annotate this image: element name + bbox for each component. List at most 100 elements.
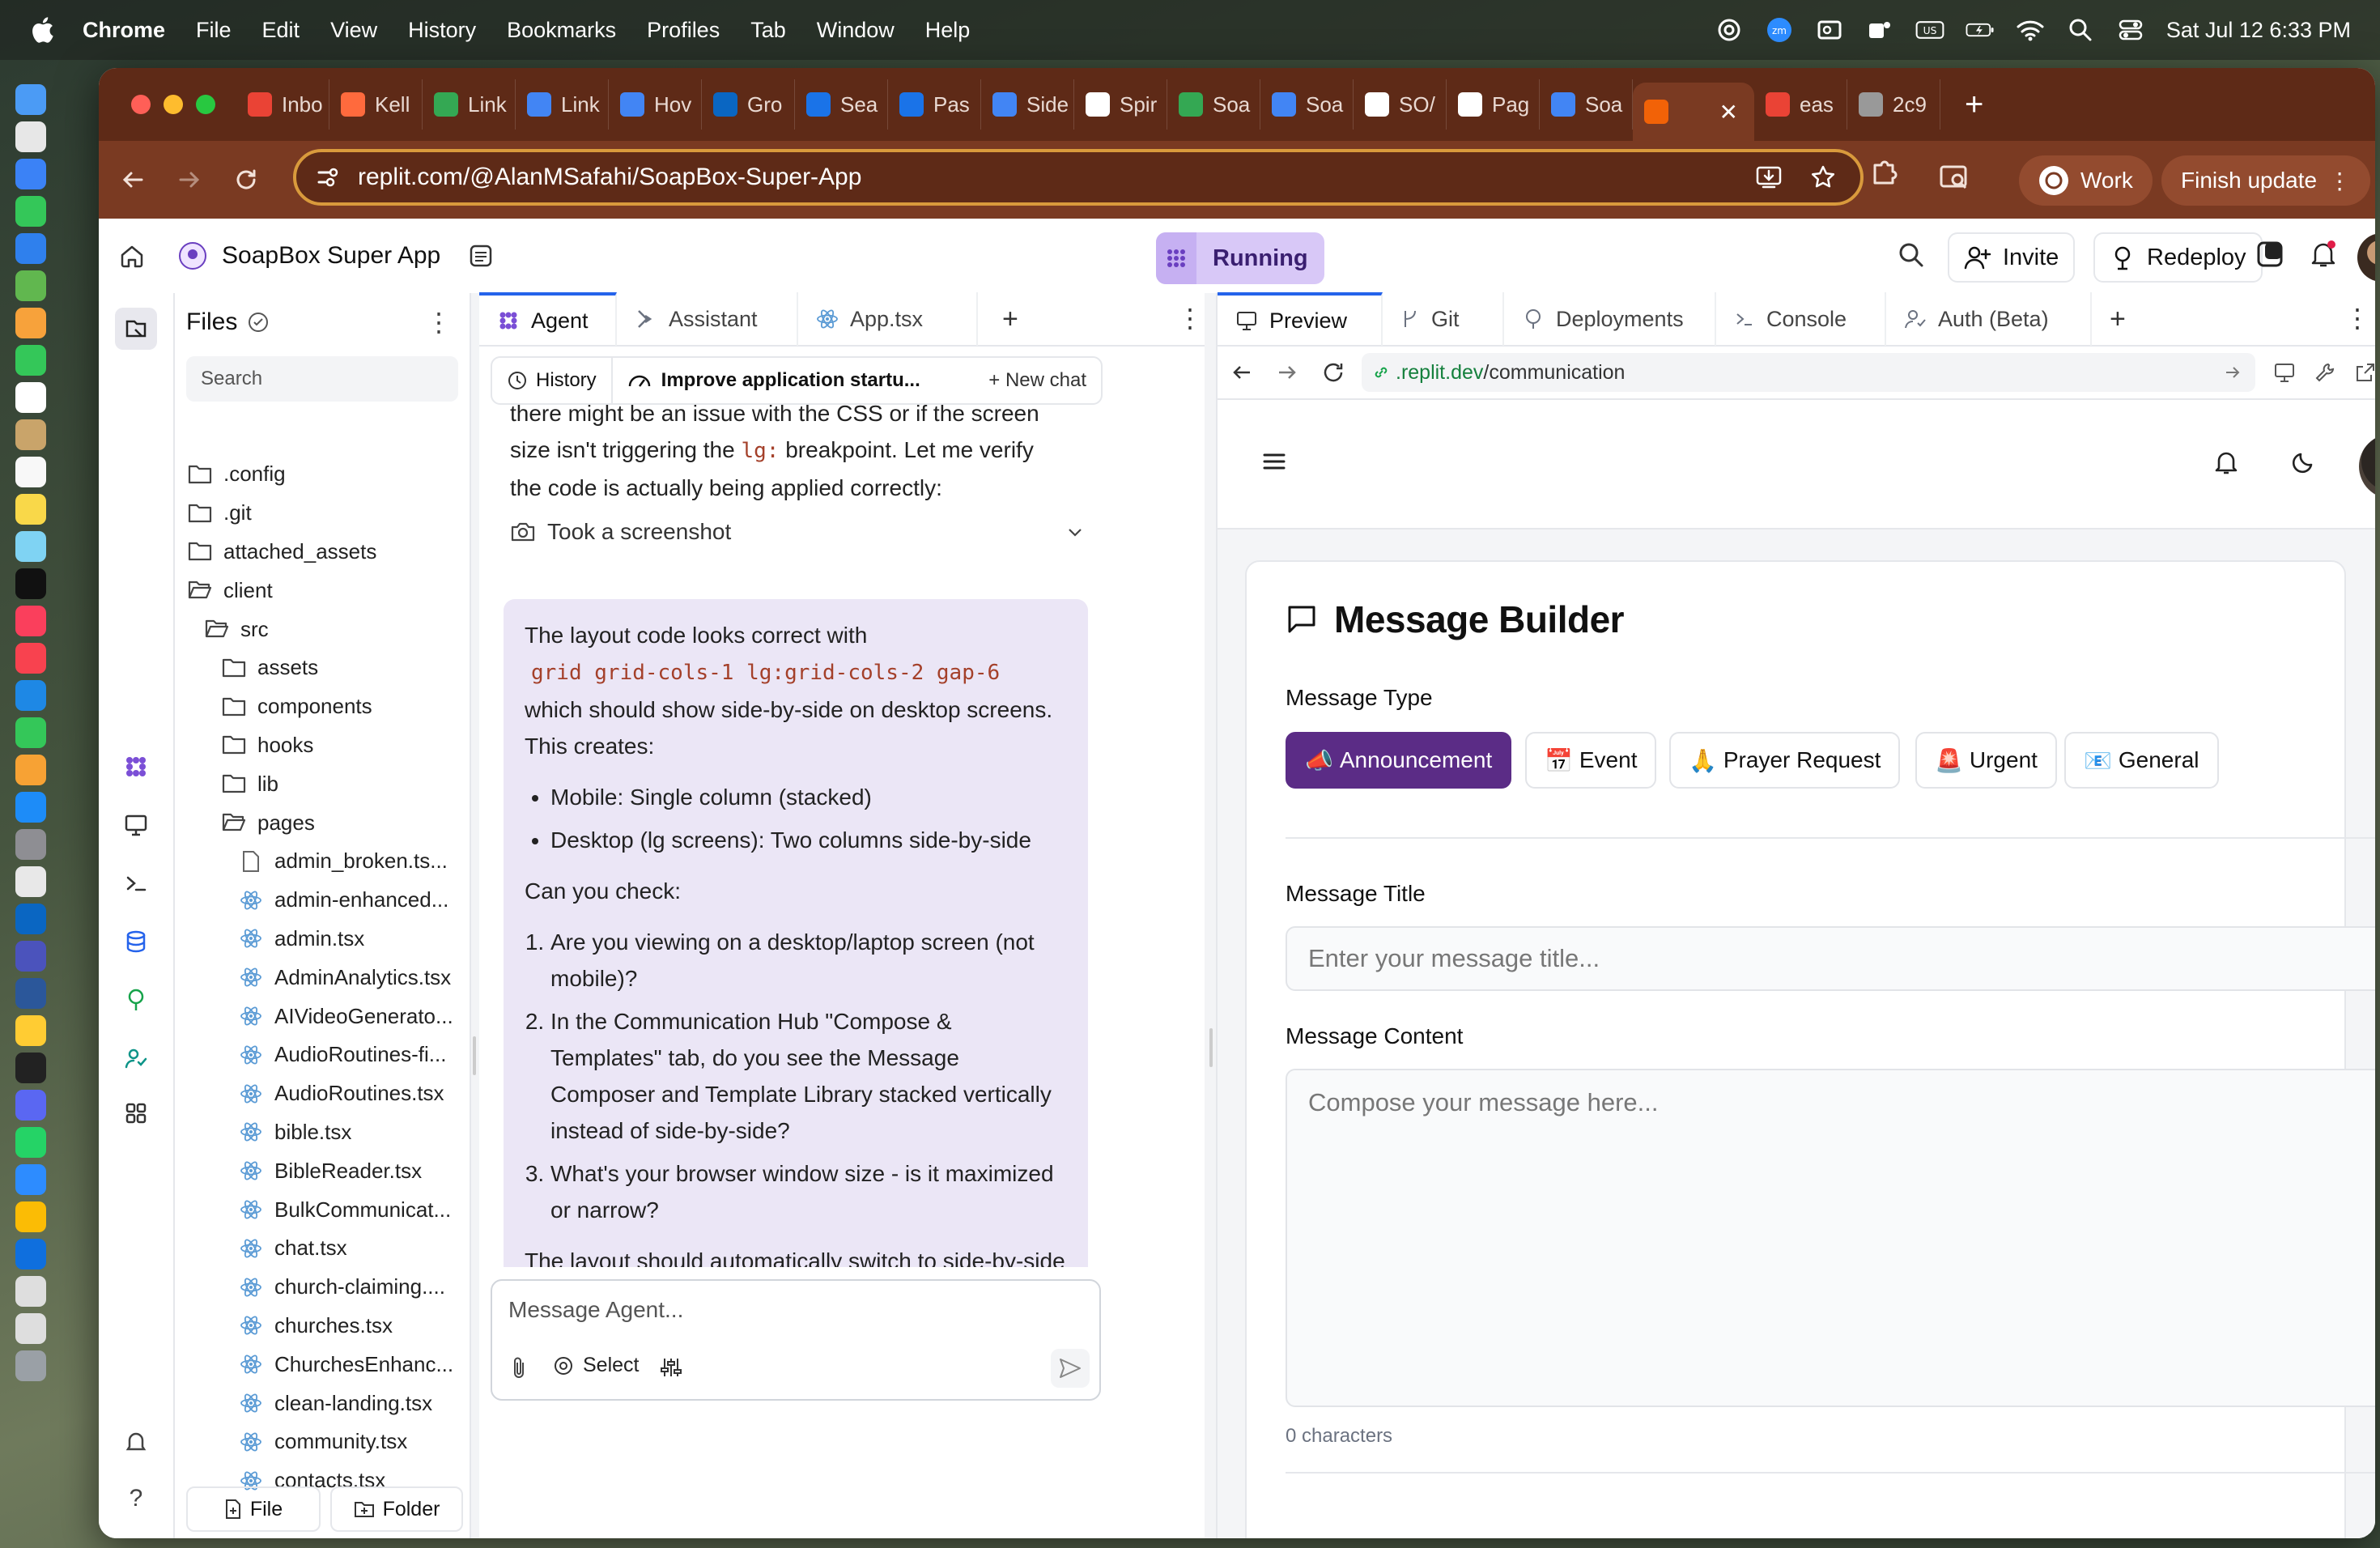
type-announcement-button[interactable]: 📣 Announcement xyxy=(1286,732,1512,789)
new-file-button[interactable]: File xyxy=(186,1486,321,1532)
auth-tool-icon[interactable] xyxy=(117,1040,155,1077)
new-folder-button[interactable]: Folder xyxy=(330,1486,463,1532)
app-notifications-bell-icon[interactable] xyxy=(2213,449,2239,476)
file-tree-folder[interactable]: src xyxy=(175,610,471,649)
file-tree-file[interactable]: AIVideoGenerato... xyxy=(175,997,471,1036)
dark-mode-moon-icon[interactable] xyxy=(2291,450,2315,474)
file-tree-file[interactable]: bible.tsx xyxy=(175,1113,471,1152)
files-tool-icon[interactable] xyxy=(115,308,157,350)
word-icon[interactable] xyxy=(15,978,46,1009)
preview-menu-icon[interactable]: ⋮ xyxy=(2344,303,2370,334)
minimize-window-button[interactable] xyxy=(164,95,183,114)
file-tree-file[interactable]: AudioRoutines.tsx xyxy=(175,1074,471,1113)
file-tree-file[interactable]: admin-enhanced... xyxy=(175,881,471,920)
open-url-arrow-icon[interactable] xyxy=(2223,363,2242,382)
file-tree-folder[interactable]: pages xyxy=(175,803,471,842)
outlook-icon[interactable] xyxy=(1815,15,1844,45)
messages-icon[interactable] xyxy=(15,196,46,227)
file-tree-folder[interactable]: .config xyxy=(175,455,471,494)
pane-menu-icon[interactable]: ⋮ xyxy=(1177,303,1203,334)
close-window-button[interactable] xyxy=(131,95,151,114)
attach-paperclip-icon[interactable] xyxy=(508,1355,529,1381)
file-tree-file[interactable]: admin.tsx xyxy=(175,920,471,959)
files-menu-icon[interactable]: ⋮ xyxy=(426,307,452,338)
browser-tab-1[interactable]: Kell xyxy=(329,79,423,130)
browser-tab-5[interactable]: Gro xyxy=(702,79,795,130)
browser-tab-8[interactable]: Side xyxy=(981,79,1074,130)
onepassword-icon[interactable] xyxy=(15,1239,46,1269)
document-icon[interactable] xyxy=(15,1276,46,1307)
browser-tab-after-1[interactable]: 2c9 xyxy=(1847,79,1940,130)
browser-tab-9[interactable]: Spir xyxy=(1074,79,1167,130)
battery-icon[interactable] xyxy=(1966,15,1995,45)
system-settings-icon[interactable] xyxy=(15,829,46,860)
browser-tab-active[interactable]: ✕ xyxy=(1633,83,1754,141)
file-tree-file[interactable]: AdminAnalytics.tsx xyxy=(175,958,471,997)
menu-profiles[interactable]: Profiles xyxy=(647,18,720,43)
browser-tab-11[interactable]: Soa xyxy=(1260,79,1354,130)
run-status-button[interactable]: Running xyxy=(1156,232,1324,284)
preview-forward-icon[interactable] xyxy=(1276,361,1298,384)
tv-icon[interactable] xyxy=(15,568,46,599)
news-icon[interactable] xyxy=(15,643,46,674)
tab-console[interactable]: Console xyxy=(1716,292,1886,346)
launchpad-icon[interactable] xyxy=(15,121,46,152)
preview-tool-icon[interactable] xyxy=(117,806,155,844)
forward-button[interactable] xyxy=(167,157,212,202)
home-icon[interactable] xyxy=(110,234,154,278)
reload-button[interactable] xyxy=(223,157,269,202)
alerts-icon[interactable] xyxy=(117,1423,155,1461)
safari-icon[interactable] xyxy=(15,159,46,189)
tab-deployments[interactable]: Deployments xyxy=(1504,292,1716,346)
file-tree-file[interactable]: chat.tsx xyxy=(175,1229,471,1268)
file-tree-file[interactable]: AudioRoutines-fi... xyxy=(175,1036,471,1074)
help-icon[interactable]: ? xyxy=(117,1480,155,1517)
numbers-icon[interactable] xyxy=(15,717,46,748)
browser-tab-13[interactable]: Pag xyxy=(1447,79,1540,130)
file-tree-folder[interactable]: components xyxy=(175,687,471,726)
redeploy-button[interactable]: Redeploy xyxy=(2093,232,2263,283)
notes-icon[interactable] xyxy=(15,494,46,525)
mail-icon[interactable] xyxy=(15,233,46,264)
preview-reload-icon[interactable] xyxy=(1321,360,1345,385)
agent-tool-icon[interactable] xyxy=(117,748,155,785)
file-tree-file[interactable]: clean-landing.tsx xyxy=(175,1384,471,1423)
contacts-icon[interactable] xyxy=(15,419,46,450)
file-tree-file[interactable]: BibleReader.tsx xyxy=(175,1151,471,1190)
type-prayer-request-button[interactable]: 🙏 Prayer Request xyxy=(1669,732,1901,789)
file-tree-folder[interactable]: assets xyxy=(175,649,471,687)
preview-back-icon[interactable] xyxy=(1230,361,1253,384)
current-chat-title[interactable]: Improve application startu... xyxy=(613,369,941,392)
address-bar[interactable]: replit.com/@AlanMSafahi/SoapBox-Super-Ap… xyxy=(293,149,1864,206)
devtools-wrench-icon[interactable] xyxy=(2314,361,2336,384)
new-pane-tab-button[interactable]: + xyxy=(1002,304,1018,335)
new-preview-tab-button[interactable]: + xyxy=(2110,304,2126,335)
browser-tab-14[interactable]: Soa xyxy=(1540,79,1633,130)
project-name[interactable]: SoapBox Super App xyxy=(178,241,440,270)
menu-bookmarks[interactable]: Bookmarks xyxy=(507,18,616,43)
deployments-tool-icon[interactable] xyxy=(117,981,155,1019)
menu-tab[interactable]: Tab xyxy=(750,18,786,43)
shell-tool-icon[interactable] xyxy=(117,865,155,902)
calendar-icon[interactable] xyxy=(15,382,46,413)
url-text[interactable]: replit.com/@AlanMSafahi/SoapBox-Super-Ap… xyxy=(358,164,861,191)
file-tree-folder[interactable]: hooks xyxy=(175,726,471,765)
zoom-dock-icon[interactable] xyxy=(15,1164,46,1195)
apple-menu-icon[interactable] xyxy=(19,0,65,60)
toggle-panels-icon[interactable] xyxy=(2254,238,2286,270)
app-store-icon[interactable] xyxy=(15,792,46,823)
file-tree-file[interactable]: BulkCommunicat... xyxy=(175,1190,471,1229)
chrome-dock-icon[interactable] xyxy=(15,1201,46,1232)
at-sign-icon[interactable] xyxy=(1715,15,1744,45)
keyboard-input-icon[interactable]: US xyxy=(1915,15,1944,45)
file-tree-folder[interactable]: .git xyxy=(175,494,471,533)
tab-git[interactable]: Git xyxy=(1383,292,1504,346)
whatsapp-icon[interactable] xyxy=(15,1127,46,1158)
menu-view[interactable]: View xyxy=(330,18,377,43)
files-search-input[interactable]: Search xyxy=(186,356,458,402)
bookmark-star-icon[interactable] xyxy=(1810,164,1836,190)
install-app-icon[interactable] xyxy=(1755,164,1783,190)
message-agent-input[interactable]: Message Agent... xyxy=(508,1297,683,1323)
teams-dock-icon[interactable] xyxy=(15,941,46,972)
finder-icon[interactable] xyxy=(15,84,46,115)
